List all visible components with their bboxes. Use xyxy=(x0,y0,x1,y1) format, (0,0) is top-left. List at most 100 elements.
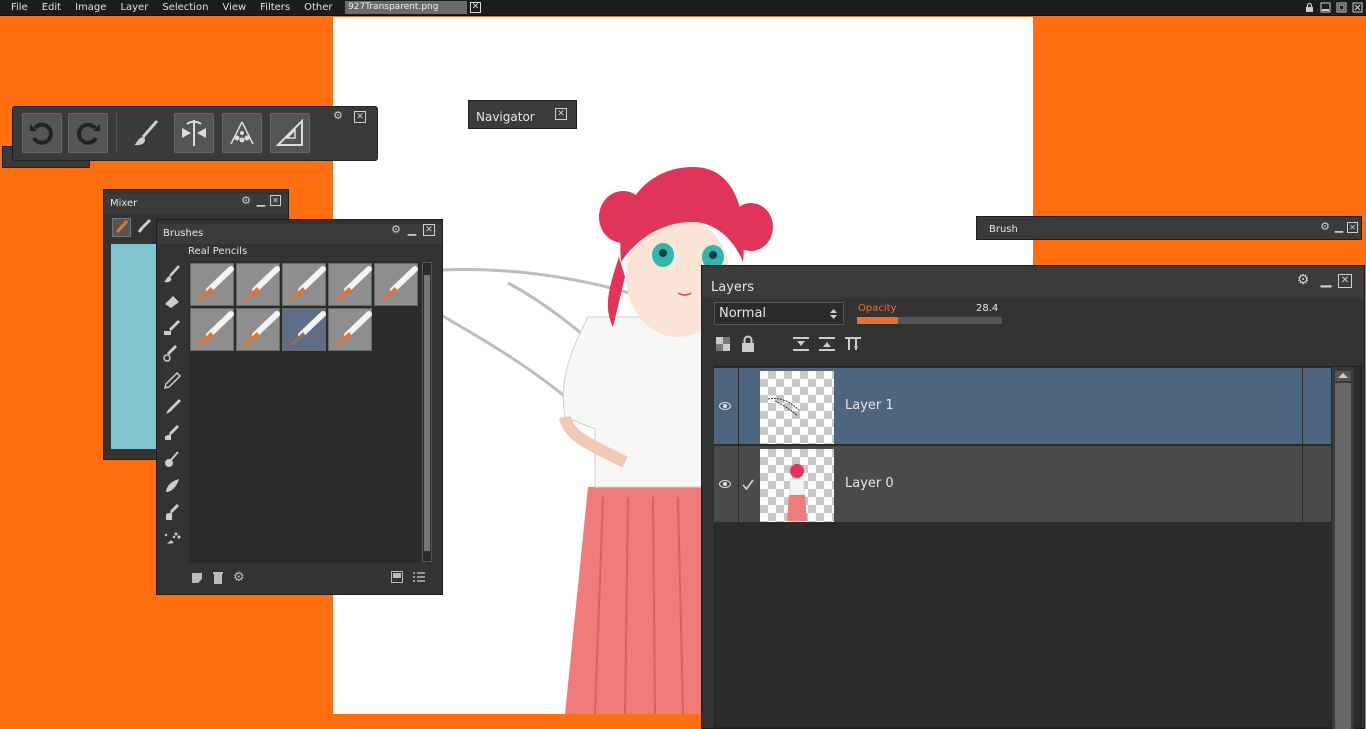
close-icon[interactable]: ✕ xyxy=(555,108,567,120)
minimize-icon[interactable]: ▁ xyxy=(406,224,418,236)
menu-filters[interactable]: Filters xyxy=(249,0,290,16)
checkmark-icon[interactable] xyxy=(742,479,754,491)
layer-thumbnail xyxy=(760,449,834,522)
brush-preset-item[interactable] xyxy=(190,263,234,306)
close-icon[interactable] xyxy=(1352,2,1363,13)
brush-preset-item[interactable] xyxy=(282,308,326,351)
gear-icon[interactable]: ⚙ xyxy=(233,570,245,585)
ruler-icon[interactable] xyxy=(270,113,310,153)
brushes-scrollbar[interactable] xyxy=(422,262,432,562)
layer-divider xyxy=(1302,368,1303,445)
minimize-icon[interactable] xyxy=(1320,2,1331,13)
particle-icon[interactable] xyxy=(222,113,262,153)
panel-title: Brush xyxy=(989,224,1018,235)
toolbar-divider xyxy=(116,113,117,153)
brush-category-label: Real Pencils xyxy=(188,246,248,257)
undo-icon[interactable] xyxy=(22,113,62,153)
close-icon[interactable]: ✕ xyxy=(1338,274,1352,288)
airbrush-icon[interactable] xyxy=(162,343,182,363)
extra-tool-icon[interactable] xyxy=(162,555,182,563)
eye-icon[interactable] xyxy=(719,401,731,411)
brush-preset-item[interactable] xyxy=(374,263,418,306)
minimize-icon[interactable]: ▁ xyxy=(1333,221,1345,233)
view-grid-icon[interactable] xyxy=(391,571,403,586)
mixer-smudge-tool[interactable] xyxy=(136,218,155,237)
panel-title: Layers xyxy=(711,280,755,295)
eraser-icon[interactable] xyxy=(162,290,182,310)
pencil-preset-icon xyxy=(243,311,280,345)
eye-icon[interactable] xyxy=(719,479,731,489)
maximize-icon[interactable] xyxy=(1336,2,1347,13)
brush-icon xyxy=(115,219,129,234)
scrollbar-thumb[interactable] xyxy=(424,275,430,551)
blend-mode-select[interactable]: Normal xyxy=(714,302,844,325)
smudge-icon xyxy=(137,218,152,233)
menu-edit[interactable]: Edit xyxy=(31,0,61,16)
spray-icon[interactable] xyxy=(162,529,182,549)
brush-preset-item[interactable] xyxy=(282,263,326,306)
gear-icon[interactable]: ⚙ xyxy=(240,195,252,207)
fill-brush-icon[interactable] xyxy=(162,502,182,522)
layers-scrollbar[interactable] xyxy=(1332,367,1354,729)
pen-icon[interactable] xyxy=(162,396,182,416)
lock-icon[interactable] xyxy=(740,335,756,356)
symmetry-icon[interactable] xyxy=(174,113,214,153)
layer-thumbnail xyxy=(760,371,834,444)
close-icon[interactable]: ✕ xyxy=(423,224,435,236)
pencil-preset-icon xyxy=(289,266,326,300)
opacity-label: Opacity xyxy=(858,303,897,314)
view-list-icon[interactable] xyxy=(413,571,425,586)
merge-up-icon[interactable] xyxy=(818,336,836,355)
brush-preset-item[interactable] xyxy=(236,263,280,306)
merge-down-icon[interactable] xyxy=(792,336,810,355)
menu-other[interactable]: Other xyxy=(293,0,332,16)
close-icon[interactable]: ✕ xyxy=(1347,222,1358,233)
pencil-preset-icon xyxy=(197,266,234,300)
brush-icon[interactable] xyxy=(126,113,166,153)
menu-layer[interactable]: Layer xyxy=(109,0,148,16)
pencil-preset-icon xyxy=(243,266,280,300)
mixer-color-swatch[interactable] xyxy=(111,244,161,449)
lock-icon[interactable] xyxy=(1304,2,1315,13)
brush-preset-item[interactable] xyxy=(328,263,372,306)
close-icon[interactable]: ✕ xyxy=(470,2,481,13)
close-icon[interactable]: ✕ xyxy=(354,111,366,123)
gear-icon[interactable]: ⚙ xyxy=(390,224,402,236)
close-icon[interactable]: ✕ xyxy=(270,195,281,206)
blender-icon[interactable] xyxy=(162,476,182,496)
pencil-icon[interactable] xyxy=(162,370,182,390)
gear-icon[interactable]: ⚙ xyxy=(1296,273,1310,287)
new-preset-icon[interactable] xyxy=(191,572,203,587)
mixer-brush-tool[interactable] xyxy=(112,218,131,237)
brush-preset-item[interactable] xyxy=(190,308,234,351)
document-tab[interactable]: 927Transparent.png xyxy=(345,1,467,14)
pencil-preset-icon xyxy=(289,311,326,345)
brush-preset-item[interactable] xyxy=(328,308,372,351)
menu-view[interactable]: View xyxy=(211,0,246,16)
lock-transparency-icon[interactable] xyxy=(715,336,731,355)
gear-icon[interactable]: ⚙ xyxy=(331,110,345,122)
round-brush-icon[interactable] xyxy=(162,449,182,469)
trash-icon[interactable] xyxy=(212,571,224,587)
minimize-icon[interactable]: ▁ xyxy=(255,195,267,207)
pencil-preset-icon xyxy=(335,311,372,345)
scrollbar-thumb[interactable] xyxy=(1335,383,1351,729)
menu-selection[interactable]: Selection xyxy=(151,0,208,16)
menu-file[interactable]: File xyxy=(0,0,28,16)
minimize-icon[interactable]: ▁ xyxy=(1319,273,1333,287)
pencil-preset-icon xyxy=(197,311,234,345)
quick-toolbar: ⚙ ✕ xyxy=(12,106,378,161)
brush-settings-panel: Brush ⚙ ▁ ✕ xyxy=(976,216,1362,240)
layer-options-icon[interactable] xyxy=(844,336,862,355)
layer-row[interactable]: Layer 0 xyxy=(714,446,1331,523)
opacity-slider[interactable] xyxy=(857,317,1002,324)
chevron-updown-icon xyxy=(830,309,837,319)
smudge-icon[interactable] xyxy=(162,423,182,443)
layer-row[interactable]: Layer 1 xyxy=(714,368,1331,445)
paint-brush-icon[interactable] xyxy=(162,264,182,284)
brush-preset-item[interactable] xyxy=(236,308,280,351)
marker-icon[interactable] xyxy=(162,317,182,337)
menu-image[interactable]: Image xyxy=(64,0,106,16)
gear-icon[interactable]: ⚙ xyxy=(1319,221,1331,233)
redo-icon[interactable] xyxy=(68,113,108,153)
